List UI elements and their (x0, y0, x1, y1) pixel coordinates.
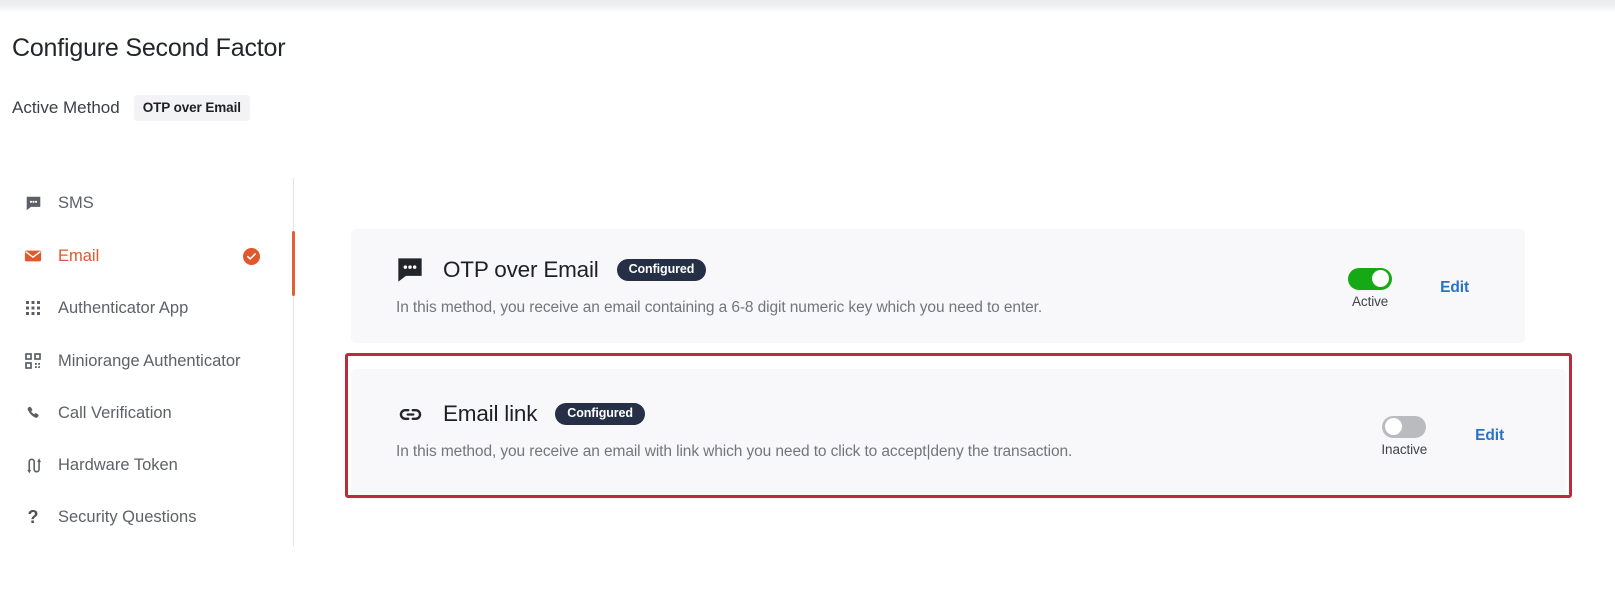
sms-chat-icon (22, 192, 44, 214)
top-gradient-band (0, 0, 1615, 11)
toggle-group: Inactive (1381, 415, 1428, 457)
status-badge: Configured (555, 403, 645, 425)
page-title: Configure Second Factor (12, 34, 286, 62)
toggle-state-label: Inactive (1381, 441, 1428, 457)
check-circle-icon (243, 247, 260, 265)
method-toggle-switch[interactable] (1348, 267, 1393, 290)
qr-code-icon (22, 350, 44, 372)
card-title: Email link (443, 401, 538, 426)
card-title: OTP over Email (443, 257, 599, 282)
method-toggle-switch[interactable] (1382, 415, 1427, 438)
sidebar-item-label: SMS (58, 193, 94, 212)
sidebar-item-authenticator-app[interactable]: Authenticator App (22, 291, 284, 325)
card-description: In this method, you receive an email wit… (396, 443, 1073, 460)
sidebar-item-call-verification[interactable]: Call Verification (22, 396, 284, 430)
sidebar-item-hardware-token[interactable]: Hardware Token (22, 448, 284, 482)
active-method-row: Active Method OTP over Email (12, 95, 250, 121)
sidebar-item-label: Hardware Token (58, 455, 178, 474)
sms-chat-icon (395, 255, 425, 285)
active-method-label: Active Method (12, 98, 120, 117)
toggle-knob (1385, 418, 1403, 435)
sidebar-item-label: Email (58, 246, 100, 265)
edit-link[interactable]: Edit (1475, 427, 1504, 445)
hardware-token-icon (22, 454, 44, 476)
card-description: In this method, you receive an email con… (396, 299, 1043, 316)
card-controls: Inactive Edit (1381, 371, 1504, 501)
method-sidebar: SMS Email Authenticator App Miniorange A… (0, 178, 294, 546)
method-card-list: OTP over Email Configured In this method… (351, 229, 1566, 499)
sidebar-item-label: Call Verification (58, 403, 172, 422)
card-header: Email link Configured (395, 399, 1542, 429)
grid-dots-icon (22, 297, 44, 319)
sidebar-item-label: Authenticator App (58, 298, 189, 317)
sidebar-item-label: Miniorange Authenticator (58, 351, 241, 370)
status-badge: Configured (616, 259, 707, 281)
envelope-icon (22, 245, 44, 267)
sidebar-item-security-questions[interactable]: ? Security Questions (22, 500, 284, 534)
active-method-value: OTP over Email (133, 95, 250, 121)
card-header: OTP over Email Configured (395, 255, 1501, 285)
toggle-state-label: Active (1352, 293, 1389, 309)
toggle-knob (1372, 270, 1390, 287)
link-chain-icon (395, 399, 425, 429)
configure-second-factor-page: Configure Second Factor Active Method OT… (0, 0, 1615, 597)
toggle-group: Active (1348, 267, 1393, 309)
card-controls: Active Edit (1348, 231, 1469, 345)
method-card-email-link-wrapper: Email link Configured In this method, yo… (351, 369, 1566, 499)
sidebar-item-sms[interactable]: SMS (22, 186, 284, 220)
sidebar-item-email[interactable]: Email (22, 239, 284, 273)
edit-link[interactable]: Edit (1440, 279, 1469, 297)
phone-icon (22, 402, 44, 424)
sidebar-item-miniorange-authenticator[interactable]: Miniorange Authenticator (22, 344, 284, 378)
method-card-email-link: Email link Configured In this method, yo… (351, 369, 1566, 499)
sidebar-item-label: Security Questions (58, 507, 197, 526)
method-card-otp-over-email: OTP over Email Configured In this method… (351, 229, 1525, 343)
question-mark-icon: ? (27, 506, 39, 527)
